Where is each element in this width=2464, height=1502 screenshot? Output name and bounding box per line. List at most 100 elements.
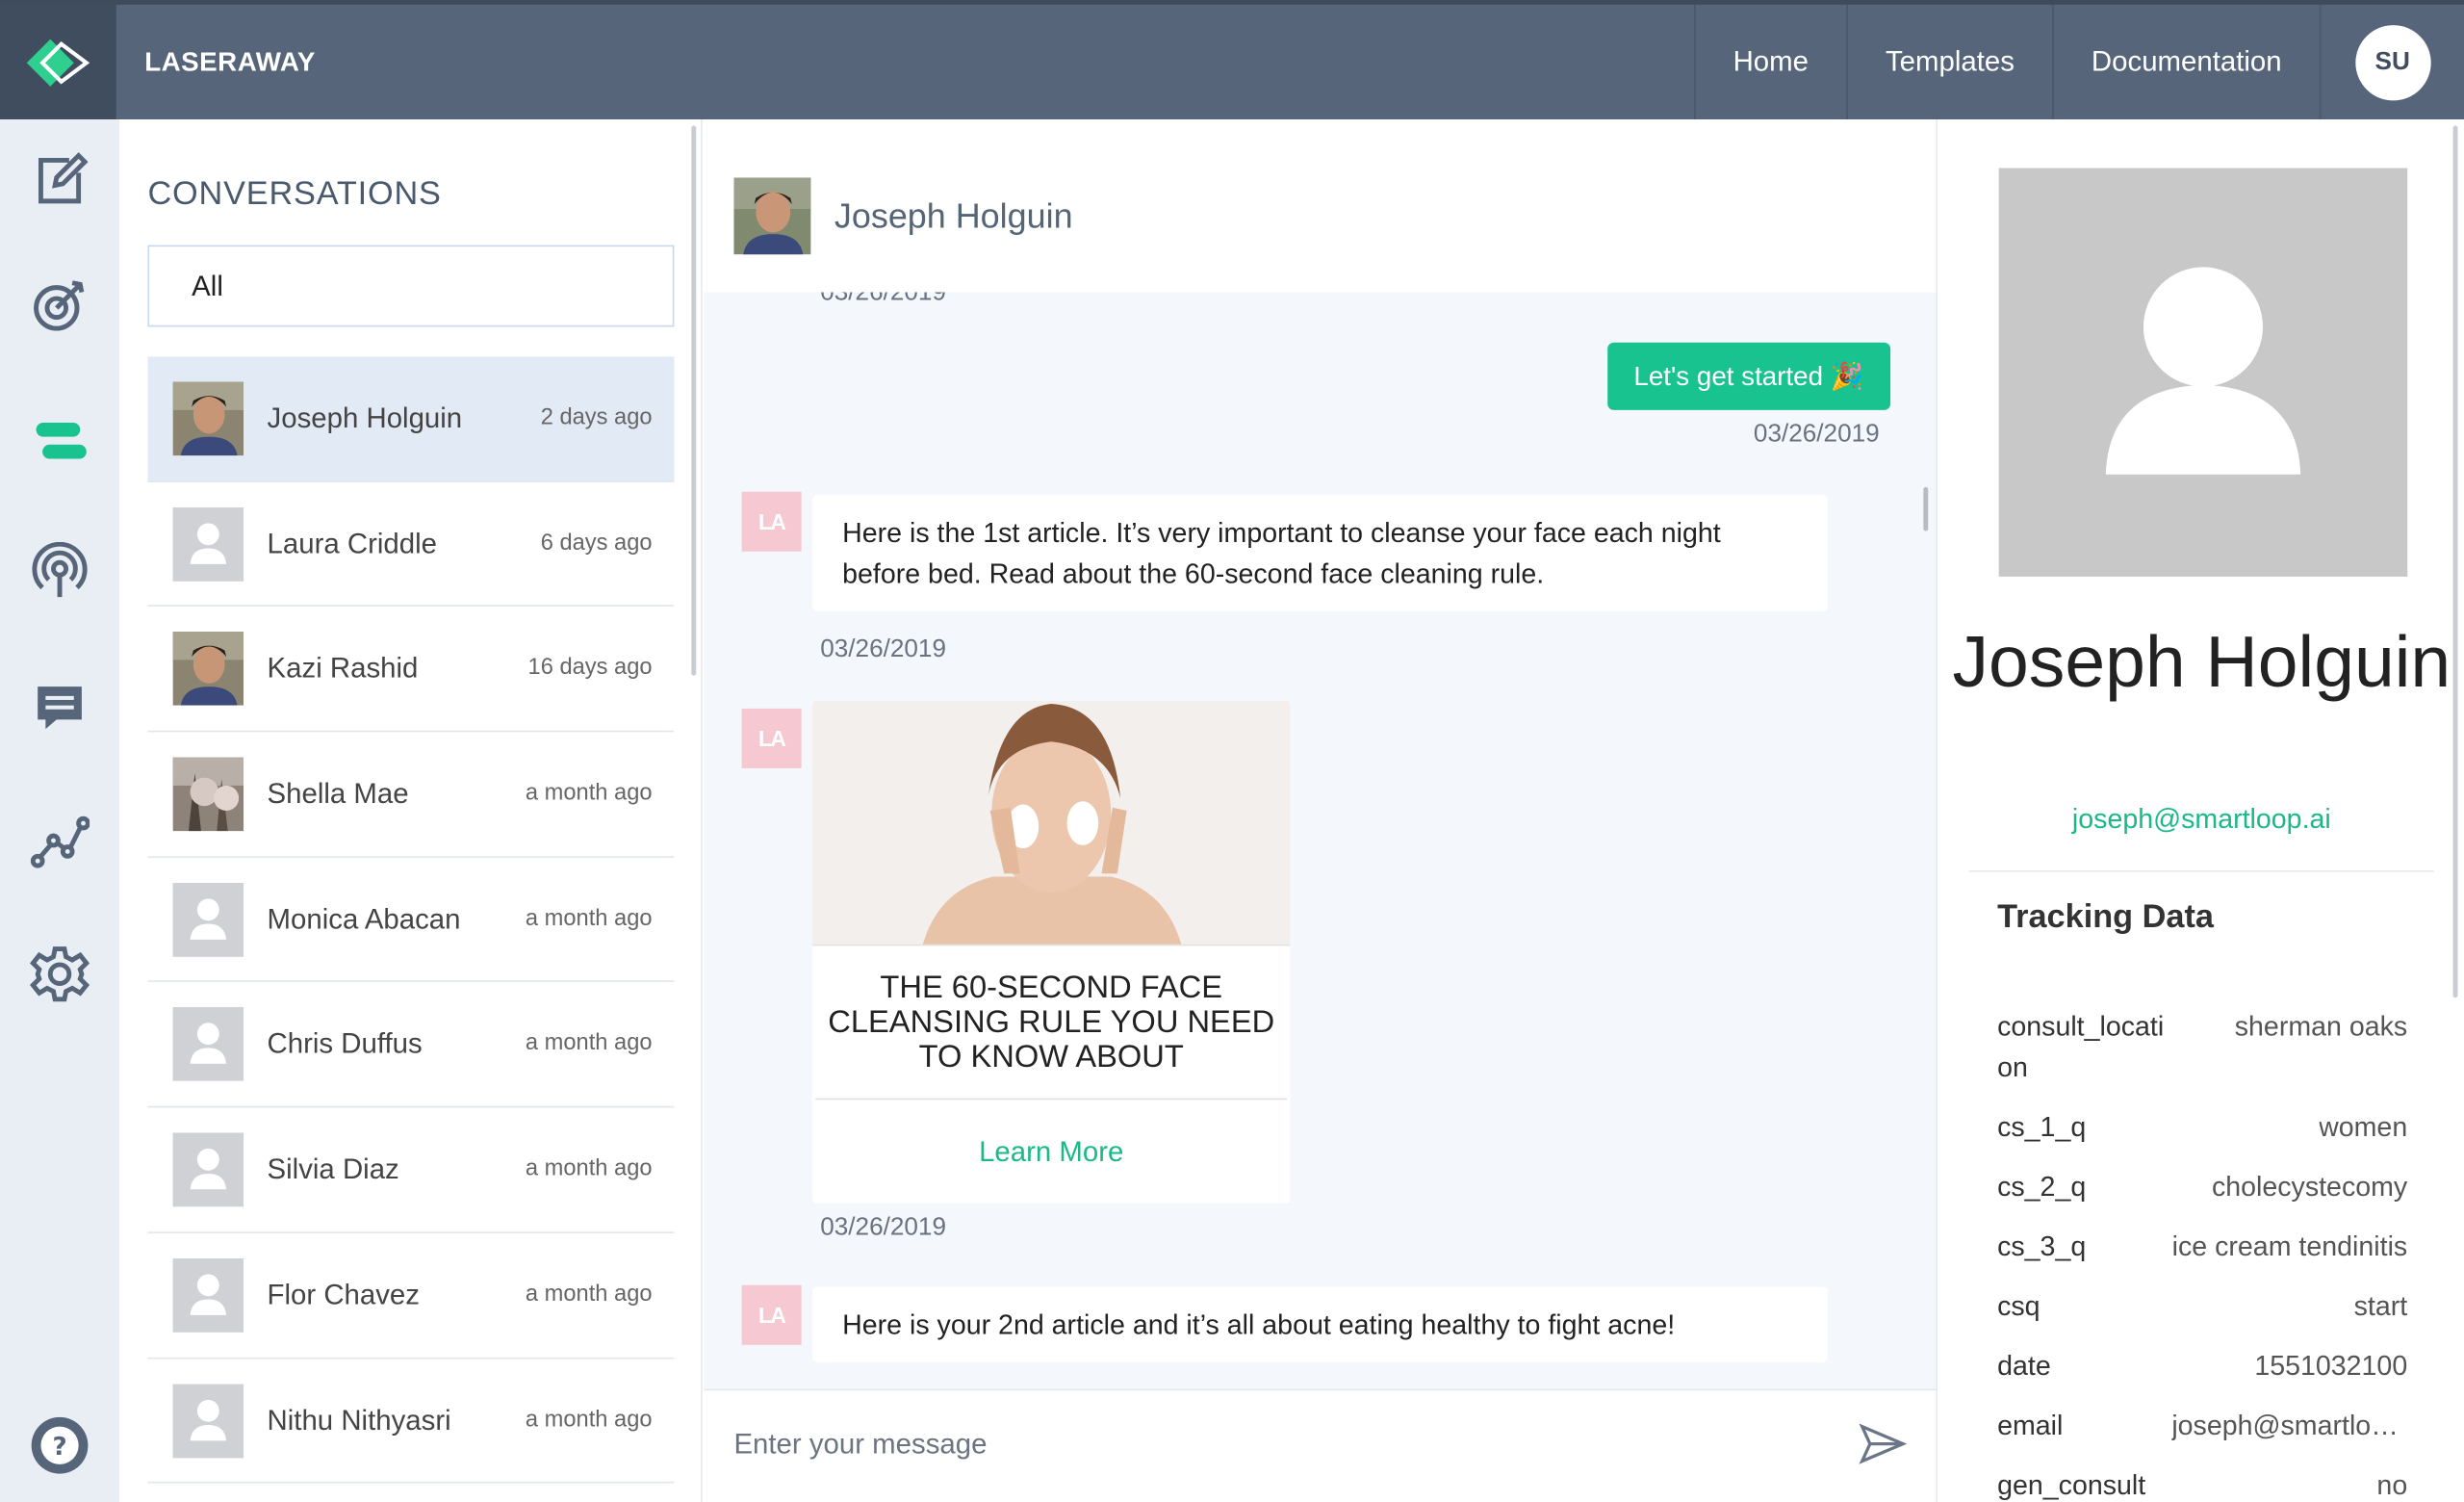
conversation-time: a month ago xyxy=(525,1282,653,1308)
tracking-row: csq start xyxy=(1997,1285,2407,1326)
conversation-time: a month ago xyxy=(525,781,653,807)
bot-avatar: LA xyxy=(741,708,802,768)
chat-contact-name: Joseph Holguin xyxy=(834,195,1073,236)
conversation-filter-select[interactable]: All xyxy=(147,245,675,327)
chat-header-avatar xyxy=(733,177,811,255)
profile-photo-placeholder xyxy=(1998,168,2408,577)
tracking-value: sherman oaks xyxy=(2234,1010,2408,1042)
avatar xyxy=(172,882,244,957)
tracking-row: date 1551032100 xyxy=(1997,1345,2407,1385)
conversation-time: a month ago xyxy=(525,1031,653,1057)
conversation-name: Shella Mae xyxy=(267,777,409,810)
logo[interactable] xyxy=(0,4,116,120)
conversation-name: Kazi Rashid xyxy=(267,652,419,685)
message-timestamp: 03/26/2019 xyxy=(820,1214,946,1242)
profile-scrollbar[interactable] xyxy=(2452,125,2458,998)
conversation-time: 6 days ago xyxy=(540,531,653,557)
contact-profile-panel: Joseph Holguin joseph@smartloop.ai Track… xyxy=(1936,119,2464,1502)
tracking-key: gen_consult xyxy=(1997,1468,2146,1501)
tracking-key: cs_1_q xyxy=(1997,1110,2087,1143)
tracking-data-title: Tracking Data xyxy=(1997,898,2214,935)
tracking-key: date xyxy=(1997,1349,2051,1382)
learn-more-button[interactable]: Learn More xyxy=(812,1100,1290,1204)
tracking-data-list: consult_location sherman oaks cs_1_q women c… xyxy=(1997,1005,2407,1502)
article-card-image xyxy=(812,700,1291,946)
conversation-name: Chris Duffus xyxy=(267,1027,423,1060)
chat-panel: Joseph Holguin 03/26/2019 Let's get star… xyxy=(704,119,1937,1502)
bot-message-bubble: Here is your 2nd article and it’s all ab… xyxy=(812,1286,1828,1362)
top-bar: LASERAWAY Home Templates Documentation S… xyxy=(0,0,2464,120)
logo-icon xyxy=(26,38,90,86)
broadcast-icon[interactable] xyxy=(25,537,94,607)
article-card-title: THE 60-SECOND FACE CLEANSING RULE YOU NE… xyxy=(828,971,1275,1075)
compose-icon[interactable] xyxy=(25,144,94,214)
tracking-value: no xyxy=(2376,1468,2408,1501)
conversation-items: Joseph Holguin 2 days ago Laura Criddle 6 d… xyxy=(147,356,675,1484)
tracking-value: cholecystecomy xyxy=(2211,1170,2408,1203)
tracking-row: email joseph@smartloo... xyxy=(1997,1405,2407,1445)
user-message-bubble[interactable]: Let's get started 🎉 xyxy=(1606,342,1891,410)
conversation-name: Silvia Diaz xyxy=(267,1152,399,1185)
conversation-time: 16 days ago xyxy=(527,656,653,682)
user-avatar[interactable]: SU xyxy=(2354,24,2430,100)
nav-documentation[interactable]: Documentation xyxy=(2052,4,2320,120)
profile-divider xyxy=(1968,870,2434,872)
chat-icon[interactable] xyxy=(25,672,94,741)
conversations-icon[interactable] xyxy=(25,405,94,475)
conversation-list-item[interactable]: Kazi Rashid 16 days ago xyxy=(147,607,675,733)
conversation-list-item[interactable]: Flor Chavez a month ago xyxy=(147,1233,675,1359)
message-composer xyxy=(704,1388,1937,1502)
tracking-value: ice cream tendinitis xyxy=(2171,1230,2408,1262)
conversation-time: 2 days ago xyxy=(540,405,653,431)
help-icon[interactable]: ? xyxy=(25,1411,94,1480)
profile-email[interactable]: joseph@smartloop.ai xyxy=(1938,803,2464,836)
svg-text:?: ? xyxy=(52,1433,66,1462)
nav-home[interactable]: Home xyxy=(1693,4,1846,120)
bot-message-bubble: Here is the 1st article. It’s very impor… xyxy=(812,495,1828,611)
conversation-time: a month ago xyxy=(525,906,653,932)
message-input[interactable] xyxy=(733,1411,1835,1476)
tracking-row: cs_2_q cholecystecomy xyxy=(1997,1166,2407,1206)
conversation-list-item[interactable]: Joseph Holguin 2 days ago xyxy=(147,356,675,482)
conversation-name: Nithu Nithyasri xyxy=(267,1404,451,1436)
message-timestamp: 03/26/2019 xyxy=(820,635,946,663)
avatar xyxy=(172,757,244,832)
tracking-key: cs_3_q xyxy=(1997,1230,2087,1262)
conversation-list-item[interactable]: Chris Duffus a month ago xyxy=(147,983,675,1108)
avatar xyxy=(172,381,244,456)
tracking-value: women xyxy=(2319,1110,2408,1143)
analytics-icon[interactable] xyxy=(25,808,94,877)
chat-scrollbar[interactable] xyxy=(1923,486,1929,531)
tracking-value: joseph@smartloo... xyxy=(2171,1409,2408,1441)
tracking-row: consult_location sherman oaks xyxy=(1997,1005,2407,1087)
target-icon[interactable] xyxy=(25,271,94,340)
conversation-list-item[interactable]: Nithu Nithyasri a month ago xyxy=(147,1359,675,1484)
brand-name: LASERAWAY xyxy=(144,46,316,77)
conversation-name: Laura Criddle xyxy=(267,527,437,559)
tracking-row: gen_consult no xyxy=(1997,1464,2407,1502)
chat-header: Joseph Holguin xyxy=(704,119,1937,293)
user-silhouette-icon xyxy=(1998,168,2408,577)
top-nav: Home Templates Documentation SU xyxy=(1693,4,2464,120)
conversation-list-item[interactable]: Silvia Diaz a month ago xyxy=(147,1108,675,1233)
message-timestamp: 03/26/2019 xyxy=(820,292,946,307)
avatar xyxy=(172,1007,244,1082)
send-icon[interactable] xyxy=(1858,1419,1908,1469)
profile-name: Joseph Holguin xyxy=(1952,620,2451,703)
nav-templates[interactable]: Templates xyxy=(1846,4,2052,120)
message-timestamp: 03/26/2019 xyxy=(1753,421,1880,449)
conversation-list-scrollbar[interactable] xyxy=(691,125,697,676)
bot-avatar: LA xyxy=(741,491,802,552)
conversation-list-item[interactable]: Shella Mae a month ago xyxy=(147,733,675,858)
tracking-row: cs_1_q women xyxy=(1997,1106,2407,1147)
message-thread[interactable]: 03/26/2019 Let's get started 🎉 03/26/201… xyxy=(704,293,1936,1389)
conversation-list-item[interactable]: Monica Abacan a month ago xyxy=(147,858,675,983)
icon-rail: ? xyxy=(0,119,120,1502)
user-menu[interactable]: SU xyxy=(2319,4,2464,120)
settings-icon[interactable] xyxy=(25,940,94,1009)
avatar xyxy=(172,506,244,582)
conversation-list-item[interactable]: Laura Criddle 6 days ago xyxy=(147,481,675,608)
conversation-time: a month ago xyxy=(525,1407,653,1433)
tracking-key: csq xyxy=(1997,1289,2040,1322)
bot-avatar: LA xyxy=(741,1284,802,1345)
